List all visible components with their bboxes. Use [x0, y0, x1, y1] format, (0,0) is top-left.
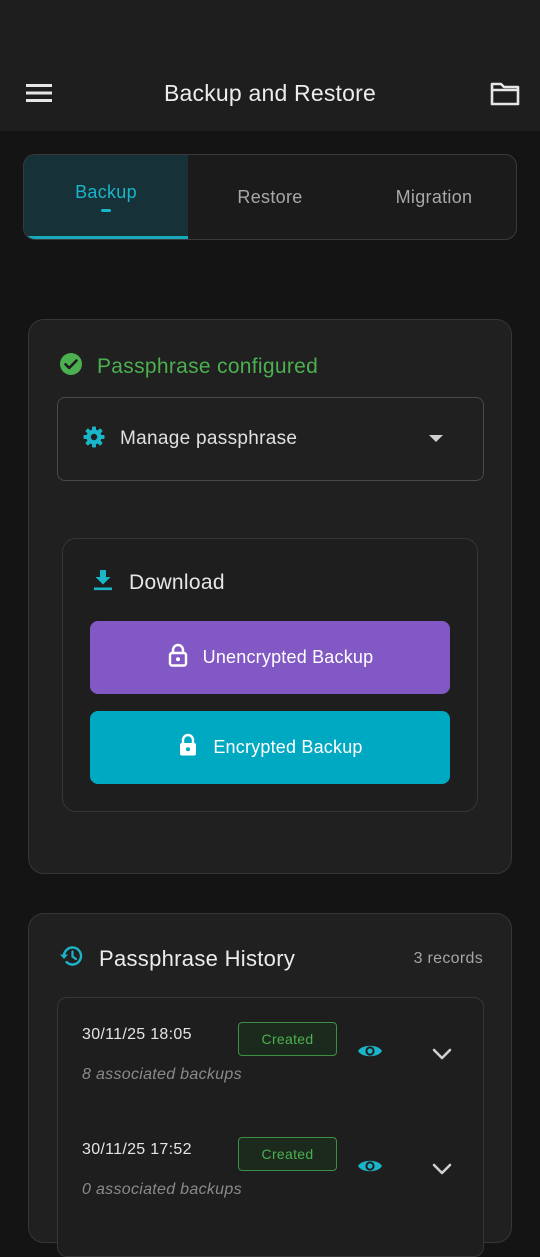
lock-open-icon: [167, 643, 189, 672]
tab-restore-label: Restore: [237, 186, 303, 207]
download-section: Download Unencrypted Backup Encrypted Ba…: [62, 538, 478, 812]
download-icon: [93, 569, 113, 596]
folder-icon[interactable]: [488, 77, 522, 109]
dropdown-caret-icon: [429, 435, 443, 442]
check-circle-icon: [59, 352, 83, 381]
history-item[interactable]: 30/11/25 17:52 Created 0 associated back…: [58, 1113, 483, 1223]
associated-backups-count: 8 associated backups: [82, 1066, 242, 1083]
eye-icon[interactable]: [357, 1042, 383, 1065]
history-date: 30/11/25 17:52: [82, 1141, 192, 1158]
chevron-down-icon[interactable]: [432, 1162, 452, 1180]
history-item[interactable]: 30/11/25 18:05 Created 8 associated back…: [58, 998, 483, 1108]
gear-icon: [82, 425, 106, 454]
unencrypted-backup-label: Unencrypted Backup: [202, 647, 374, 667]
history-list: 30/11/25 18:05 Created 8 associated back…: [57, 997, 484, 1257]
manage-passphrase-dropdown[interactable]: Manage passphrase: [57, 397, 484, 481]
status-badge: Created: [238, 1137, 337, 1171]
page-title: Backup and Restore: [163, 79, 376, 106]
encrypted-backup-label: Encrypted Backup: [213, 737, 363, 757]
menu-icon[interactable]: [22, 77, 56, 109]
tab-migration[interactable]: Migration: [352, 155, 516, 239]
download-heading-text: Download: [129, 570, 225, 594]
status-badge: Created: [238, 1022, 337, 1056]
tab-active-indicator: [101, 209, 111, 212]
associated-backups-count: 0 associated backups: [82, 1181, 242, 1198]
status-bar: [0, 0, 540, 55]
history-date: 30/11/25 18:05: [82, 1026, 192, 1043]
tab-backup-label: Backup: [75, 182, 137, 202]
encrypted-backup-button[interactable]: Encrypted Backup: [90, 711, 450, 784]
chevron-down-icon[interactable]: [432, 1047, 452, 1065]
tab-migration-label: Migration: [395, 186, 473, 207]
unencrypted-backup-button[interactable]: Unencrypted Backup: [90, 621, 450, 694]
passphrase-history-card: Passphrase History 3 records 30/11/25 18…: [28, 913, 512, 1257]
records-count: 3 records: [413, 950, 483, 967]
app-bar: Backup and Restore: [0, 55, 540, 131]
backup-card: Passphrase configured Manage passphrase …: [28, 319, 512, 874]
download-heading: Download: [93, 569, 225, 596]
eye-icon[interactable]: [357, 1157, 383, 1180]
history-title: Passphrase History: [99, 945, 296, 971]
tab-restore[interactable]: Restore: [188, 155, 352, 239]
history-icon: [59, 944, 85, 973]
passphrase-status: Passphrase configured: [59, 352, 318, 381]
passphrase-status-text: Passphrase configured: [97, 354, 319, 378]
tab-bar: Backup Restore Migration: [23, 154, 517, 240]
lock-icon: [177, 733, 199, 762]
manage-passphrase-label: Manage passphrase: [120, 428, 298, 449]
history-heading: Passphrase History: [59, 944, 295, 973]
tab-backup[interactable]: Backup: [24, 155, 188, 239]
